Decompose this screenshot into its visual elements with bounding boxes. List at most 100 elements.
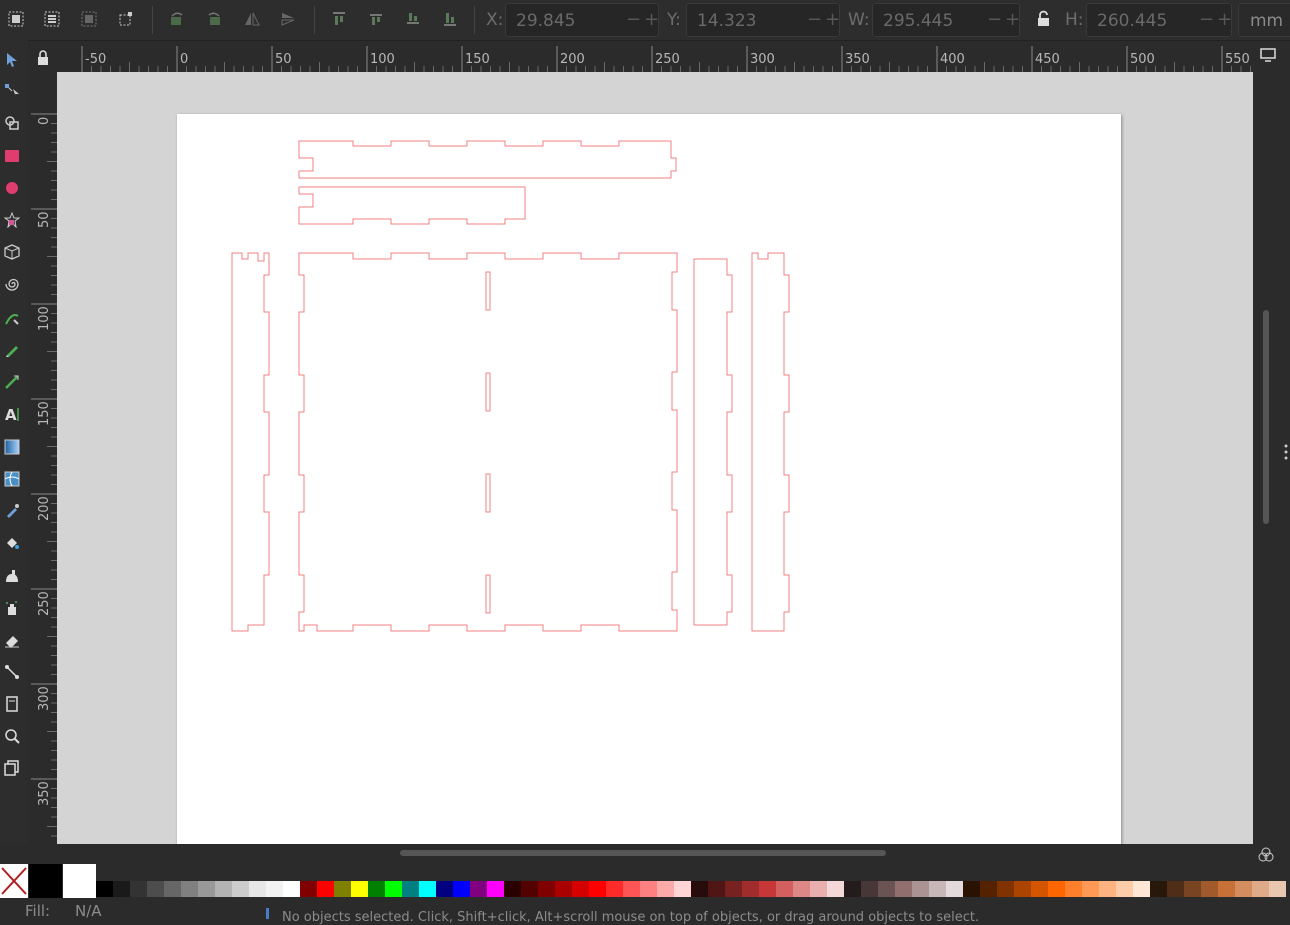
color-swatch[interactable] [742, 881, 759, 897]
unit-select[interactable]: mm [1238, 3, 1290, 37]
paint-bucket-tool-icon[interactable] [2, 533, 22, 553]
color-swatch[interactable] [300, 881, 317, 897]
width-field[interactable]: 295.445 − + [872, 3, 1020, 37]
color-swatch[interactable] [130, 881, 147, 897]
height-increment-button[interactable]: + [1217, 9, 1232, 30]
star-tool-icon[interactable] [2, 210, 22, 230]
box-divider-panel[interactable] [693, 258, 733, 626]
x-decrement-button[interactable]: − [626, 9, 641, 30]
black-swatch[interactable] [29, 864, 62, 898]
color-swatch[interactable] [1252, 881, 1269, 897]
select-all-icon[interactable] [5, 8, 27, 30]
color-swatch[interactable] [827, 881, 844, 897]
color-swatch[interactable] [878, 881, 895, 897]
horizontal-ruler[interactable]: -50 0 50 100 150 200 250 300 350 400 450 500 550 [57, 44, 1253, 72]
vertical-ruler[interactable]: 0 50 100 150 200 250 300 350 [29, 72, 57, 844]
color-swatch[interactable] [912, 881, 929, 897]
rectangle-tool-icon[interactable] [2, 146, 22, 166]
width-decrement-button[interactable]: − [987, 9, 1002, 30]
color-swatch[interactable] [96, 881, 113, 897]
color-swatch[interactable] [1201, 881, 1218, 897]
color-swatch[interactable] [606, 881, 623, 897]
measure-tool-icon[interactable] [2, 758, 22, 778]
canvas[interactable] [57, 72, 1253, 844]
color-swatch[interactable] [895, 881, 912, 897]
color-swatch[interactable] [232, 881, 249, 897]
color-swatch[interactable] [1065, 881, 1082, 897]
color-swatch[interactable] [793, 881, 810, 897]
color-swatch[interactable] [266, 881, 283, 897]
color-swatch[interactable] [691, 881, 708, 897]
color-swatch[interactable] [1167, 881, 1184, 897]
dropper-tool-icon[interactable] [2, 501, 22, 521]
color-swatch[interactable] [1116, 881, 1133, 897]
y-field[interactable]: 14.323 − + [686, 3, 840, 37]
color-swatch[interactable] [1269, 881, 1286, 897]
color-swatch[interactable] [317, 881, 334, 897]
no-paint-swatch[interactable] [0, 864, 28, 898]
zoom-tool-icon[interactable] [2, 726, 22, 746]
rotate-cw-icon[interactable] [203, 8, 225, 30]
color-swatch[interactable] [368, 881, 385, 897]
color-swatch[interactable] [351, 881, 368, 897]
lower-icon[interactable] [402, 8, 424, 30]
color-swatch[interactable] [521, 881, 538, 897]
color-swatch[interactable] [215, 881, 232, 897]
box-lid-strip[interactable] [298, 140, 677, 179]
color-swatch[interactable] [963, 881, 980, 897]
flip-horizontal-icon[interactable] [241, 8, 263, 30]
height-decrement-button[interactable]: − [1199, 9, 1214, 30]
mesh-tool-icon[interactable] [2, 469, 22, 489]
color-swatch[interactable] [572, 881, 589, 897]
color-swatch[interactable] [504, 881, 521, 897]
horizontal-scrollbar[interactable] [400, 850, 886, 856]
shape-builder-tool-icon[interactable] [2, 113, 22, 133]
color-swatch[interactable] [538, 881, 555, 897]
color-swatch[interactable] [997, 881, 1014, 897]
color-swatch[interactable] [1218, 881, 1235, 897]
color-swatch[interactable] [470, 881, 487, 897]
text-tool-icon[interactable]: A [2, 404, 22, 424]
lock-guides-icon[interactable] [29, 44, 57, 72]
color-management-icon[interactable] [1256, 846, 1276, 864]
color-swatch[interactable] [419, 881, 436, 897]
color-swatch[interactable] [1184, 881, 1201, 897]
color-swatch[interactable] [249, 881, 266, 897]
box-right-panel[interactable] [751, 252, 790, 632]
calligraphy-tool-icon[interactable] [2, 372, 22, 392]
pen-tool-icon[interactable] [2, 308, 22, 328]
flip-vertical-icon[interactable] [277, 8, 299, 30]
spiral-tool-icon[interactable] [2, 274, 22, 294]
x-field[interactable]: 29.845 − + [505, 3, 659, 37]
color-swatch[interactable] [334, 881, 351, 897]
color-swatch[interactable] [946, 881, 963, 897]
height-field[interactable]: 260.445 − + [1086, 3, 1232, 37]
raise-icon[interactable] [365, 8, 387, 30]
color-swatch[interactable] [198, 881, 215, 897]
rotate-ccw-icon[interactable] [166, 8, 188, 30]
color-swatch[interactable] [283, 881, 300, 897]
color-swatch[interactable] [1235, 881, 1252, 897]
lock-ratio-icon[interactable] [1033, 8, 1055, 30]
white-swatch[interactable] [63, 864, 96, 898]
color-swatch[interactable] [147, 881, 164, 897]
node-tool-icon[interactable] [2, 81, 22, 101]
touch-select-icon[interactable] [115, 8, 137, 30]
color-swatch[interactable] [674, 881, 691, 897]
box-short-strip[interactable] [298, 186, 526, 225]
connector-tool-icon[interactable] [2, 662, 22, 682]
x-increment-button[interactable]: + [644, 9, 659, 30]
color-swatch[interactable] [1150, 881, 1167, 897]
3d-box-tool-icon[interactable] [2, 242, 22, 262]
color-swatch[interactable] [436, 881, 453, 897]
color-swatch[interactable] [402, 881, 419, 897]
color-swatch[interactable] [759, 881, 776, 897]
color-swatch[interactable] [555, 881, 572, 897]
color-swatch[interactable] [980, 881, 997, 897]
deselect-icon[interactable] [78, 8, 100, 30]
color-swatch[interactable] [1082, 881, 1099, 897]
color-swatch[interactable] [453, 881, 470, 897]
gradient-tool-icon[interactable] [2, 437, 22, 457]
color-swatch[interactable] [164, 881, 181, 897]
color-swatch[interactable] [1133, 881, 1150, 897]
